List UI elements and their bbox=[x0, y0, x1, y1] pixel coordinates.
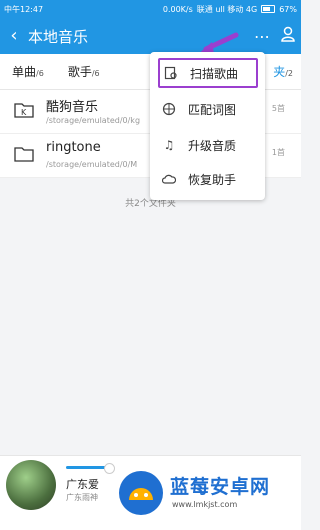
tab-folders[interactable]: 夹/2 bbox=[261, 63, 301, 80]
folder-path: /storage/emulated/0/M bbox=[46, 160, 138, 169]
menu-label: 扫描歌曲 bbox=[190, 66, 239, 81]
tab-folders-label: 夹 bbox=[273, 65, 286, 79]
mini-player[interactable]: 广东爱 广东雨神 蓝莓安卓网 www.lmkjst.com bbox=[0, 455, 301, 530]
folder-icon bbox=[14, 147, 34, 162]
cloud-icon bbox=[158, 171, 180, 187]
music-note-icon: ♫ bbox=[163, 138, 175, 152]
song-title: 广东爱 bbox=[66, 478, 99, 491]
battery-icon bbox=[261, 5, 276, 13]
folder-path: /storage/emulated/0/kg bbox=[46, 116, 141, 125]
folder-name: 酷狗音乐 bbox=[46, 100, 99, 115]
menu-label: 升级音质 bbox=[188, 138, 237, 153]
tab-artists-label: 歌手 bbox=[67, 65, 92, 79]
menu-label: 匹配词图 bbox=[188, 102, 237, 117]
scan-icon bbox=[160, 65, 182, 81]
tab-artists-count: /6 bbox=[91, 69, 100, 78]
status-speed: 0.00K/s bbox=[162, 4, 193, 14]
app-bar: ‹ 本地音乐 ⋯ bbox=[0, 18, 301, 54]
folder-count: 1首 bbox=[271, 148, 285, 157]
menu-restore-assistant[interactable]: 恢复助手 bbox=[158, 164, 258, 194]
watermark-url: www.lmkjst.com bbox=[172, 500, 238, 509]
status-time: 中午12:47 bbox=[4, 4, 44, 14]
menu-label: 恢复助手 bbox=[188, 172, 237, 187]
album-cover[interactable] bbox=[6, 460, 56, 510]
user-icon[interactable] bbox=[275, 26, 301, 46]
status-bar: 中午12:47 0.00K/s 联通 ull 移动 4G 67% bbox=[0, 0, 301, 18]
menu-upgrade-quality[interactable]: ♫ 升级音质 bbox=[158, 130, 258, 160]
folder-count: 5首 bbox=[271, 104, 285, 113]
svg-text:K: K bbox=[21, 108, 27, 117]
match-icon bbox=[158, 101, 180, 117]
status-network: 联通 ull 移动 4G bbox=[196, 4, 258, 14]
watermark-title: 蓝莓安卓网 bbox=[170, 476, 271, 498]
tab-songs[interactable]: 单曲/6 bbox=[0, 63, 56, 80]
tab-songs-count: /6 bbox=[36, 69, 44, 78]
menu-scan-songs[interactable]: 扫描歌曲 bbox=[158, 58, 258, 88]
playback-progress[interactable] bbox=[66, 466, 108, 469]
song-artist: 广东雨神 bbox=[66, 493, 98, 502]
watermark-logo bbox=[119, 471, 163, 515]
folder-name: ringtone bbox=[46, 140, 101, 155]
kugou-folder-icon: K bbox=[14, 103, 34, 118]
more-dots-icon[interactable]: ⋯ bbox=[249, 27, 275, 46]
tab-songs-label: 单曲 bbox=[12, 65, 37, 79]
status-battery: 67% bbox=[279, 4, 297, 14]
menu-match-lyrics[interactable]: 匹配词图 bbox=[158, 94, 258, 124]
tab-artists[interactable]: 歌手/6 bbox=[56, 63, 112, 80]
back-icon[interactable]: ‹ bbox=[0, 18, 28, 54]
progress-handle[interactable] bbox=[104, 463, 115, 474]
tab-folders-count: /2 bbox=[285, 69, 293, 78]
overflow-menu: 扫描歌曲 匹配词图 ♫ 升级音质 恢复助手 bbox=[150, 52, 265, 200]
